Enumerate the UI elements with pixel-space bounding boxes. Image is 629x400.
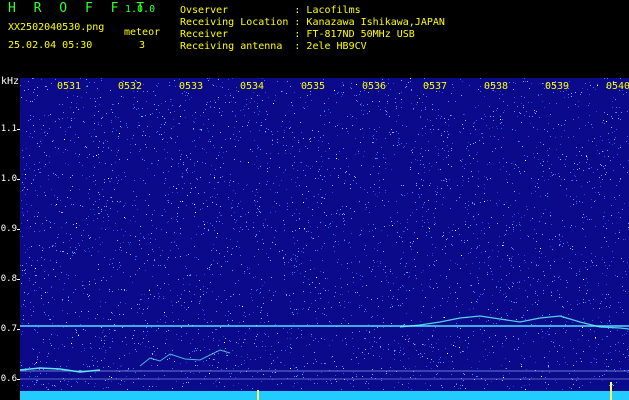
meteor-marker (257, 390, 259, 400)
time-label: 0532 (118, 81, 142, 92)
time-label: 0540 (606, 81, 629, 92)
time-label: 0537 (423, 81, 447, 92)
info-receiver: Receiver : FT-817ND 50MHz USB (180, 29, 415, 40)
y-axis-unit: kHz (1, 76, 20, 87)
info-observer: Ovserver : Lacofilms (180, 5, 361, 16)
info-antenna: Receiving antenna : 2ele HB9CV (180, 41, 367, 52)
spectrogram-background (20, 78, 629, 400)
y-tick-label: 0.8 (0, 274, 17, 284)
app-version: 1.0.0 (125, 4, 156, 15)
header-panel: H R O F F T 1.0.0 XX2502040530.png 25.02… (0, 0, 629, 76)
time-label: 0533 (179, 81, 203, 92)
time-label: 0539 (545, 81, 569, 92)
time-label: 0534 (240, 81, 264, 92)
y-tick-label: 0.9 (0, 224, 17, 234)
time-label: 0536 (362, 81, 386, 92)
filename: XX2502040530.png (8, 22, 105, 33)
time-label: 0531 (57, 81, 81, 92)
y-tick-label: 0.6 (0, 374, 17, 384)
datetime: 25.02.04 05:30 (8, 40, 93, 51)
meteor-count: 3 (139, 40, 146, 51)
y-tick-label: 1.0 (0, 174, 17, 184)
meteor-label: meteor (124, 27, 161, 38)
info-location: Receiving Location : Kanazawa Ishikawa,J… (180, 17, 445, 28)
y-tick-label: 1.1 (0, 124, 17, 134)
y-tick-label: 0.7 (0, 324, 17, 334)
time-label: 0538 (484, 81, 508, 92)
meteor-marker (610, 382, 612, 400)
spectrogram-area: 0531 0532 0533 0534 0535 0536 0537 0538 0539 0540 (20, 78, 629, 400)
bottom-noise-band (20, 391, 629, 400)
time-label: 0535 (301, 81, 325, 92)
